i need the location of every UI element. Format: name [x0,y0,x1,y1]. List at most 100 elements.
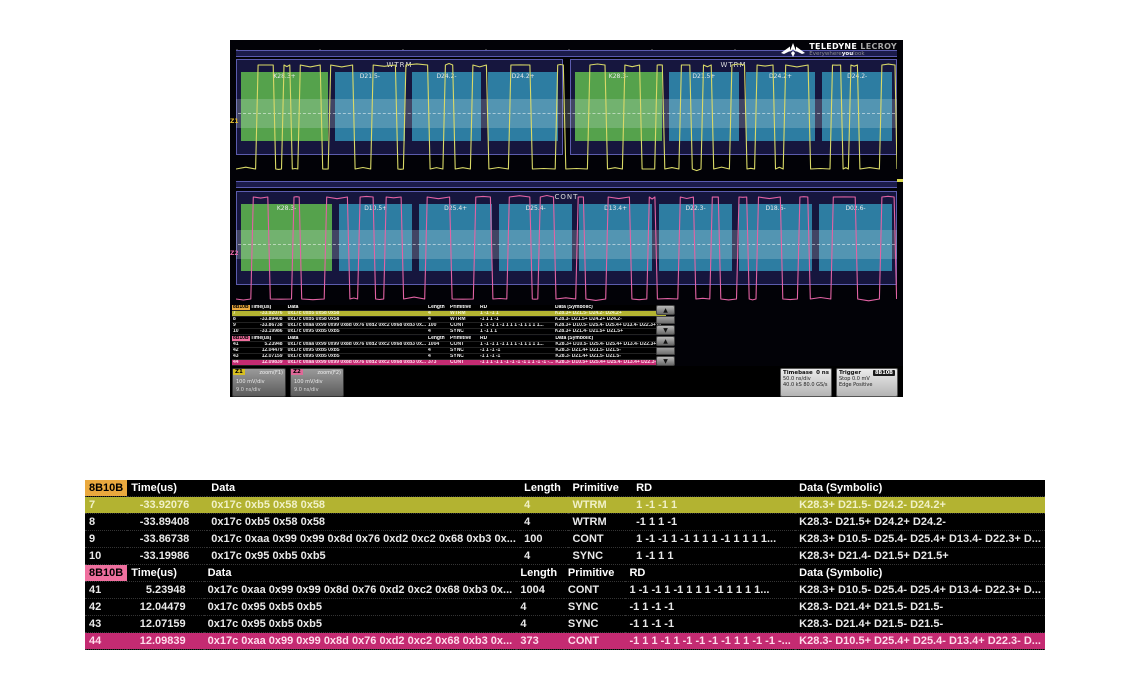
decode-row[interactable]: 4212.044790x17c 0x95 0xb5 0xb54SYNC-1 1 … [85,599,1045,616]
decode-cell: 0x17c 0xb5 0x58 0x58 [207,514,520,531]
decode-cell: K28.3- D21.4+ D21.5- D21.5- [795,616,1045,633]
z2-descriptor-box[interactable]: Z2 zoom(F2) 100 mV/div 9.0 ns/div [290,368,344,397]
decode-cell: 0x17c 0xb5 0x58 0x58 [207,497,520,514]
decode-cell: 4 [516,616,563,633]
decode-row[interactable]: 4412.098390x17c 0xaa 0x99 0x99 0x8d 0x76… [85,633,1045,650]
scroll-thumb[interactable] [656,347,675,355]
column-header: Time(us) [127,565,203,582]
decode-cell: -33.89408 [127,514,207,531]
z2-tab: Z2 [291,369,303,375]
decode-cell: 4 [520,548,568,565]
decode-cell: 44 [85,633,127,650]
decode-cell: 1 -1 1 1 [479,329,554,335]
scroll-down-button[interactable]: ▼ [656,325,675,335]
column-header: Primitive [568,480,632,497]
trace-label-z1: Z1 [230,118,239,125]
decode-row[interactable]: 9-33.867380x17c 0xaa 0x99 0x99 0x8d 0x76… [85,531,1045,548]
decode-cell: 42 [85,599,127,616]
scroll-down-button[interactable]: ▼ [656,356,675,366]
decode-row[interactable]: 10-33.199860x17c 0x95 0xb5 0xb54SYNC1 -1… [232,329,666,335]
decode-table-z2: 8B10BTime(us)DataLengthPrimitiveRDData (… [232,336,666,366]
z1-descriptor-box[interactable]: Z1 zoom(F1) 100 mV/div 9.0 ns/div [232,368,286,397]
decode-cell: SYNC [568,548,632,565]
document-page: TELEDYNE LECROY Everywhereyoulook Z1 Z2 … [0,0,1126,697]
decode-cell: 4 [427,329,449,335]
decode-cell: 0x17c 0x95 0xb5 0xb5 [207,548,520,565]
column-header: Data [207,480,520,497]
decode-cell: K28.3- D10.5+ D25.4+ D25.4- D13.4+ D22.3… [554,360,666,366]
decode-cell: 0x17c 0xaa 0x99 0x99 0x8d 0x76 0xd2 0xc2… [287,323,427,329]
column-header: Data (Symbolic) [795,565,1045,582]
decode-row[interactable]: 8-33.894080x17c 0xb5 0x58 0x584WTRM-1 1 … [85,514,1045,531]
column-header: Length [520,480,568,497]
decode-row[interactable]: 4412.098390x17c 0xaa 0x99 0x99 0x8d 0x76… [232,360,666,366]
decode-table-zoom-2: 8B10BTime(us)DataLengthPrimitiveRDData (… [85,565,1045,650]
decode-cell: 43 [85,616,127,633]
decode-cell: K28.3- D21.5+ D24.2+ D24.2- [795,514,1045,531]
waveform-panel-z2: CONTK28.3-D10.5+D25.4+D25.4-D13.4+D22.3-… [236,191,897,307]
decode-cell: -1 1 -1 -1 [625,616,795,633]
decode-row[interactable]: 4312.071590x17c 0x95 0xb5 0xb54SYNC-1 1 … [85,616,1045,633]
column-header: RD [632,480,795,497]
decoder-badge[interactable]: 8B10B [232,336,250,342]
decode-cell: 1 -1 -1 1 -1 1 1 1 -1 1 1 1 1... [632,531,795,548]
decode-cell: -1 1 1 -1 1 -1 -1 -1 -1 1 1 -1 -1 -... [625,633,795,650]
decode-cell: 0x17c 0xaa 0x99 0x99 0x8d 0x76 0xd2 0xc2… [207,531,520,548]
decode-cell: 12.09839 [127,633,203,650]
decode-cell: -1 1 1 -1 [632,514,795,531]
decode-row[interactable]: 4212.044790x17c 0x95 0xb5 0xb54SYNC-1 1 … [232,348,666,354]
waveform-trace [236,191,897,307]
decode-cell: K28.3+ D21.4- D21.5+ D21.5+ [554,329,666,335]
decode-cell: 0x17c 0xaa 0x99 0x99 0x8d 0x76 0xd2 0xc2… [204,582,517,599]
decode-cell: K28.3+ D21.5- D24.2- D24.2+ [795,497,1045,514]
decode-cell: -33.19986 [250,329,287,335]
decoder-badge[interactable]: 8B10B [85,480,127,497]
decode-row[interactable]: 7-33.920760x17c 0xb5 0x58 0x584WTRM1 -1 … [85,497,1045,514]
decode-row[interactable]: 10-33.199860x17c 0x95 0xb5 0xb54SYNC1 -1… [85,548,1045,565]
decoder-badge[interactable]: 8B10B [85,565,127,582]
decode-table-zoom-1: 8B10BTime(us)DataLengthPrimitiveRDData (… [85,480,1045,565]
decode-row[interactable]: 415.239480x17c 0xaa 0x99 0x99 0x8d 0x76 … [232,342,666,348]
timebase-box[interactable]: Timebase0 ns 50.0 ns/div 40.0 kS 80.0 GS… [780,368,832,397]
scroll-up-button[interactable]: ▲ [656,336,675,346]
decode-cell: K28.3+ D21.4- D21.5+ D21.5+ [795,548,1045,565]
decode-row[interactable]: 415.239480x17c 0xaa 0x99 0x99 0x8d 0x76 … [85,582,1045,599]
decode-row[interactable]: 4312.071590x17c 0x95 0xb5 0xb54SYNC-1 1 … [232,354,666,360]
decode-table-z1: 8B10BTime(us)DataLengthPrimitiveRDData (… [232,305,666,335]
decode-table-enlarged: 8B10BTime(us)DataLengthPrimitiveRDData (… [85,480,1045,650]
decode-cell: 10 [85,548,127,565]
scroll-thumb[interactable] [656,316,675,324]
decode-cell: -33.92076 [127,497,207,514]
trigger-box[interactable]: Trigger8B10B Stop 0.0 mV Edge Positive [836,368,898,397]
z1-scale: 100 mV/div [236,379,265,385]
decode-cell: CONT [564,633,626,650]
decode-cell: WTRM [568,497,632,514]
brand-text: TELEDYNE LECROY [809,42,897,51]
decode-cell: -1 1 -1 -1 [625,599,795,616]
decode-cell: K28.3+ D10.5- D25.4- D25.4+ D13.4- D22.3… [795,531,1045,548]
z2-source: zoom(F2) [317,370,341,376]
decode-cell: 1 -1 -1 1 -1 1 1 1 -1 1 1 1 1... [479,342,554,348]
decode-cell: 10 [232,329,250,335]
column-header: RD [625,565,795,582]
decode-cell: CONT [449,360,479,366]
column-header: Primitive [564,565,626,582]
z1-timescale: 9.0 ns/div [236,387,261,393]
trigger-slope: Edge Positive [837,382,897,388]
teledyne-lecroy-logo: TELEDYNE LECROY Everywhereyoulook [781,42,897,57]
decode-cell: 4 [520,497,568,514]
decode-cell: 1004 [516,582,563,599]
decode-cell: 373 [427,360,449,366]
decode-cell: 1 -1 1 1 [632,548,795,565]
decode-cell: 12.07159 [127,616,203,633]
column-header: Time(us) [127,480,207,497]
brand-tagline: Everywhereyoulook [809,51,897,57]
decode-cell: CONT [568,531,632,548]
decode-cell: 5.23948 [127,582,203,599]
oscilloscope-screenshot: TELEDYNE LECROY Everywhereyoulook Z1 Z2 … [230,40,903,397]
timebase-sampling: 40.0 kS 80.0 GS/s [781,382,831,388]
decode-cell: 100 [520,531,568,548]
decode-cell: 12.04479 [127,599,203,616]
column-header: Length [516,565,563,582]
decode-cell: 9 [85,531,127,548]
